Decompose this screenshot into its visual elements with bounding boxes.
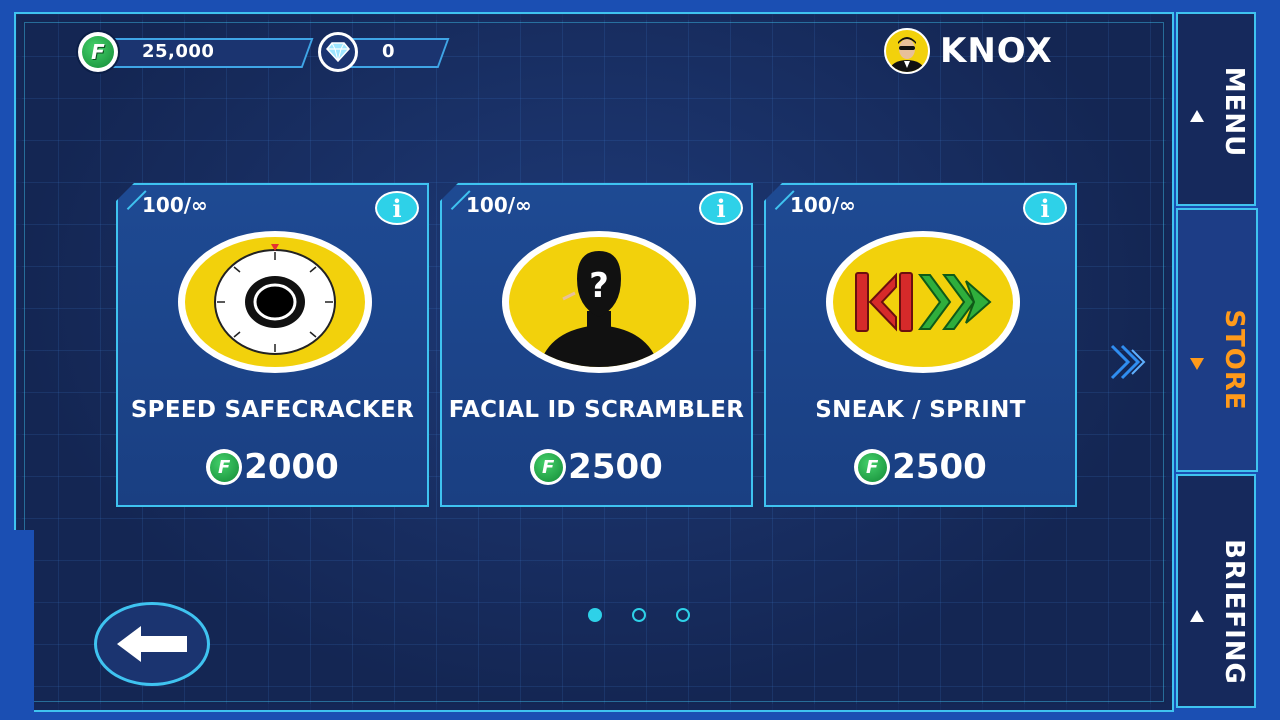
info-button[interactable]: i [375, 191, 419, 225]
side-navigation: MENU STORE BRIEFING [1176, 12, 1280, 708]
game-screen: F 25,000 0 KNOX 100/∞ i SPEED SAFECRACKE… [0, 0, 1280, 720]
triangle-up-icon [1190, 110, 1204, 122]
triangle-up-icon [1190, 610, 1204, 622]
item-price[interactable]: F 2000 [118, 447, 427, 487]
coin-icon: F [78, 32, 118, 72]
item-price[interactable]: F 2500 [766, 447, 1075, 487]
item-stock: 100/∞ [790, 193, 856, 217]
price-amount: 2500 [568, 447, 663, 487]
arrow-left-icon [117, 626, 187, 662]
price-amount: 2000 [244, 447, 339, 487]
tab-label: STORE [1219, 309, 1249, 411]
frame-corner [0, 530, 34, 720]
page-indicator [588, 608, 690, 622]
next-page-chevron-icon[interactable] [1108, 340, 1152, 393]
unknown-person-icon: ? [502, 231, 696, 373]
gem-amount: 0 [382, 41, 396, 62]
tab-store[interactable]: STORE [1176, 208, 1258, 472]
coin-icon: F [206, 449, 243, 485]
diamond-icon [318, 32, 358, 72]
info-button[interactable]: i [1023, 191, 1067, 225]
page-dot[interactable] [588, 608, 602, 622]
coin-icon: F [530, 449, 567, 485]
item-name: SNEAK / SPRINT [815, 397, 1026, 423]
store-item-speed-safecracker[interactable]: 100/∞ i SPEED SAFECRACKER F 2000 [116, 183, 429, 507]
player-name: KNOX [940, 31, 1053, 71]
item-name: SPEED SAFECRACKER [130, 397, 415, 423]
tab-menu[interactable]: MENU [1176, 12, 1256, 206]
price-amount: 2500 [892, 447, 987, 487]
item-price[interactable]: F 2500 [442, 447, 751, 487]
store-item-sneak-sprint[interactable]: 100/∞ i SNEAK / SPRINT F 2500 [764, 183, 1077, 507]
coin-amount: 25,000 [142, 41, 215, 62]
tab-label: BRIEFING [1219, 539, 1249, 685]
triangle-down-icon [1190, 358, 1204, 370]
tab-briefing[interactable]: BRIEFING [1176, 474, 1256, 708]
tab-label: MENU [1219, 66, 1249, 158]
item-stock: 100/∞ [142, 193, 208, 217]
sneak-sprint-icon [826, 231, 1020, 373]
store-item-facial-id-scrambler[interactable]: 100/∞ i ? FACIAL ID SCRAMBLER F 2500 [440, 183, 753, 507]
safe-dial-icon [178, 231, 372, 373]
info-button[interactable]: i [699, 191, 743, 225]
coin-icon: F [854, 449, 891, 485]
item-stock: 100/∞ [466, 193, 532, 217]
back-button[interactable] [94, 602, 210, 686]
svg-text:?: ? [589, 266, 609, 306]
agent-avatar-icon [884, 28, 930, 74]
page-dot[interactable] [676, 608, 690, 622]
player-profile[interactable]: KNOX [884, 28, 1053, 74]
page-dot[interactable] [632, 608, 646, 622]
item-name: FACIAL ID SCRAMBLER [448, 397, 745, 423]
